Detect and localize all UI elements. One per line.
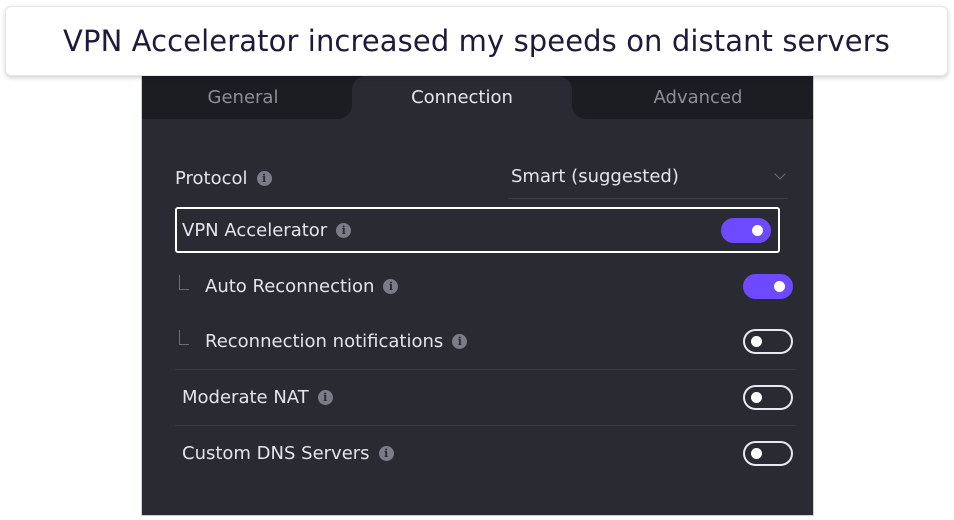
reconnection-notifications-label: Reconnection notifications	[205, 330, 444, 352]
vpn-accelerator-toggle[interactable]	[721, 217, 771, 243]
tab-connection[interactable]: Connection	[352, 76, 572, 119]
info-icon[interactable]: i	[256, 170, 272, 186]
moderate-nat-row: Moderate NAT i	[175, 374, 797, 426]
custom-dns-toggle[interactable]	[743, 440, 793, 466]
caption-text: VPN Accelerator increased my speeds on d…	[63, 24, 890, 58]
tab-bar: General Connection Advanced	[142, 76, 813, 119]
custom-dns-label: Custom DNS Servers	[182, 442, 370, 464]
auto-reconnection-label: Auto Reconnection	[205, 275, 375, 297]
toggle-knob	[774, 280, 785, 292]
toggle-knob	[751, 335, 762, 347]
protocol-label: Protocol	[175, 167, 248, 189]
reconnection-notifications-toggle[interactable]	[743, 328, 793, 354]
custom-dns-row: Custom DNS Servers i	[175, 430, 793, 476]
caption-banner: VPN Accelerator increased my speeds on d…	[5, 6, 948, 76]
settings-window: General Connection Advanced Protocol i S…	[141, 76, 814, 516]
moderate-nat-toggle[interactable]	[743, 384, 793, 410]
vpn-accelerator-label: VPN Accelerator	[182, 219, 328, 241]
toggle-knob	[751, 391, 762, 403]
sub-setting-connector-icon	[179, 329, 189, 345]
auto-reconnection-toggle[interactable]	[743, 273, 793, 299]
info-icon[interactable]: i	[452, 333, 468, 349]
toggle-knob	[751, 447, 762, 459]
vpn-accelerator-row: VPN Accelerator i	[175, 207, 789, 253]
reconnection-notifications-row: Reconnection notifications i	[175, 318, 797, 370]
sub-setting-connector-icon	[179, 274, 189, 290]
info-icon[interactable]: i	[336, 222, 352, 238]
chevron-down-icon	[774, 168, 786, 180]
tab-general[interactable]: General	[142, 76, 344, 119]
info-icon[interactable]: i	[378, 445, 394, 461]
moderate-nat-label: Moderate NAT	[182, 386, 309, 408]
info-icon[interactable]: i	[317, 389, 333, 405]
info-icon[interactable]: i	[383, 278, 399, 294]
auto-reconnection-row: Auto Reconnection i	[175, 263, 793, 309]
tab-advanced[interactable]: Advanced	[600, 76, 796, 119]
protocol-select[interactable]: Smart (suggested)	[508, 155, 788, 199]
protocol-select-value: Smart (suggested)	[511, 166, 679, 187]
toggle-knob	[752, 224, 763, 236]
